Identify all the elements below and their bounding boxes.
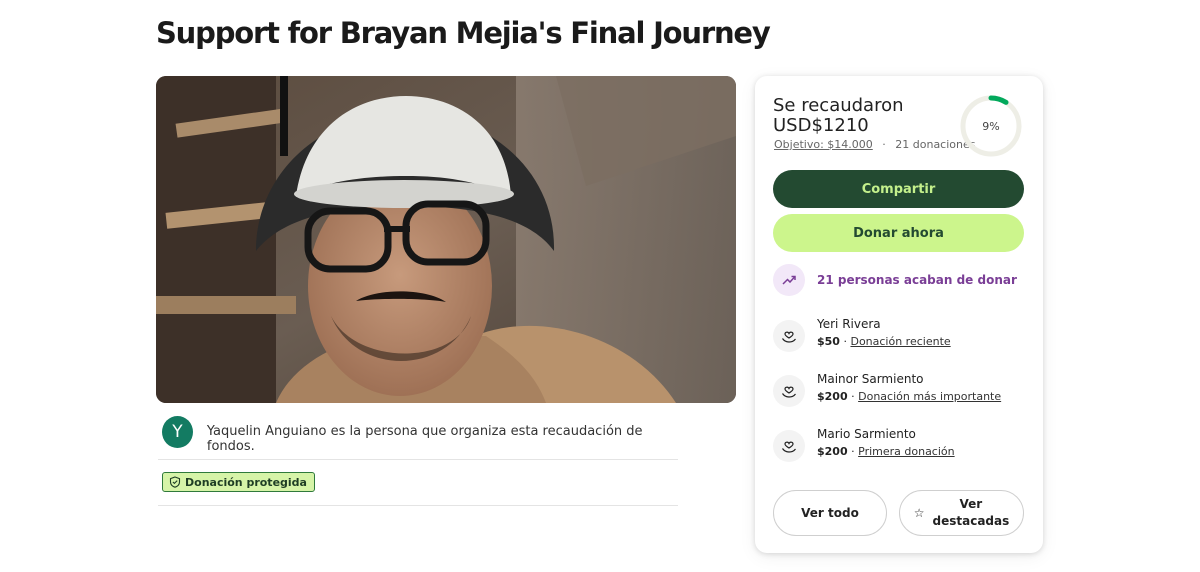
donor-tag[interactable]: Donación reciente xyxy=(850,335,950,348)
donor-separator: · xyxy=(847,390,859,403)
organizer-row: Y Yaquelin Anguiano es la persona que or… xyxy=(158,414,678,460)
see-featured-button[interactable]: ☆ Ver destacadas xyxy=(899,490,1024,536)
organizer-avatar[interactable]: Y xyxy=(162,416,193,448)
raised-label: Se recaudaron xyxy=(773,95,904,116)
donor-separator: · xyxy=(839,335,851,348)
donor-name: Mainor Sarmiento xyxy=(817,372,924,386)
campaign-photo xyxy=(156,76,736,403)
goal-link[interactable]: Objetivo: $14.000 xyxy=(774,138,873,151)
donor-amount: $50 xyxy=(817,335,840,348)
see-featured-label-line1: Ver xyxy=(959,497,983,511)
protected-donation-label: Donación protegida xyxy=(185,475,307,489)
heart-hand-icon xyxy=(773,375,805,407)
donor-name: Yeri Rivera xyxy=(817,317,881,331)
donor-amount: $200 xyxy=(817,390,848,403)
donor-tag[interactable]: Donación más importante xyxy=(858,390,1001,403)
donor-tag[interactable]: Primera donación xyxy=(858,445,955,458)
donor-item: Yeri Rivera $50 · Donación reciente xyxy=(773,316,951,352)
see-all-button[interactable]: Ver todo xyxy=(773,490,887,536)
trending-up-icon xyxy=(773,264,805,296)
see-featured-label-line2: destacadas xyxy=(932,514,1010,528)
donor-item: Mario Sarmiento $200 · Primera donación xyxy=(773,426,955,462)
recent-activity-text: 21 personas acaban de donar xyxy=(817,273,1017,287)
donate-now-button[interactable]: Donar ahora xyxy=(773,214,1024,252)
protection-row: Donación protegida xyxy=(158,462,678,506)
recent-activity: 21 personas acaban de donar xyxy=(773,264,1017,296)
donor-amount: $200 xyxy=(817,445,848,458)
protected-donation-badge[interactable]: Donación protegida xyxy=(162,472,315,492)
page-title: Support for Brayan Mejia's Final Journey xyxy=(156,16,771,50)
donor-separator: · xyxy=(847,445,859,458)
raised-amount: USD$1210 xyxy=(773,115,869,136)
organizer-text: Yaquelin Anguiano es la persona que orga… xyxy=(206,424,643,454)
star-icon: ☆ xyxy=(913,505,925,520)
goal-meta: Objetivo: $14.000 · 21 donaciones xyxy=(774,138,976,151)
donor-item: Mainor Sarmiento $200 · Donación más imp… xyxy=(773,371,1001,407)
heart-hand-icon xyxy=(773,430,805,462)
progress-percent: 9% xyxy=(982,119,1000,133)
heart-hand-icon xyxy=(773,320,805,352)
shield-check-icon xyxy=(169,476,181,488)
share-button[interactable]: Compartir xyxy=(773,170,1024,208)
donor-name: Mario Sarmiento xyxy=(817,427,916,441)
meta-separator: · xyxy=(882,138,886,151)
donation-card: Se recaudaron USD$1210 Objetivo: $14.000… xyxy=(755,76,1043,553)
raised-summary: Se recaudaron USD$1210 xyxy=(773,96,904,136)
